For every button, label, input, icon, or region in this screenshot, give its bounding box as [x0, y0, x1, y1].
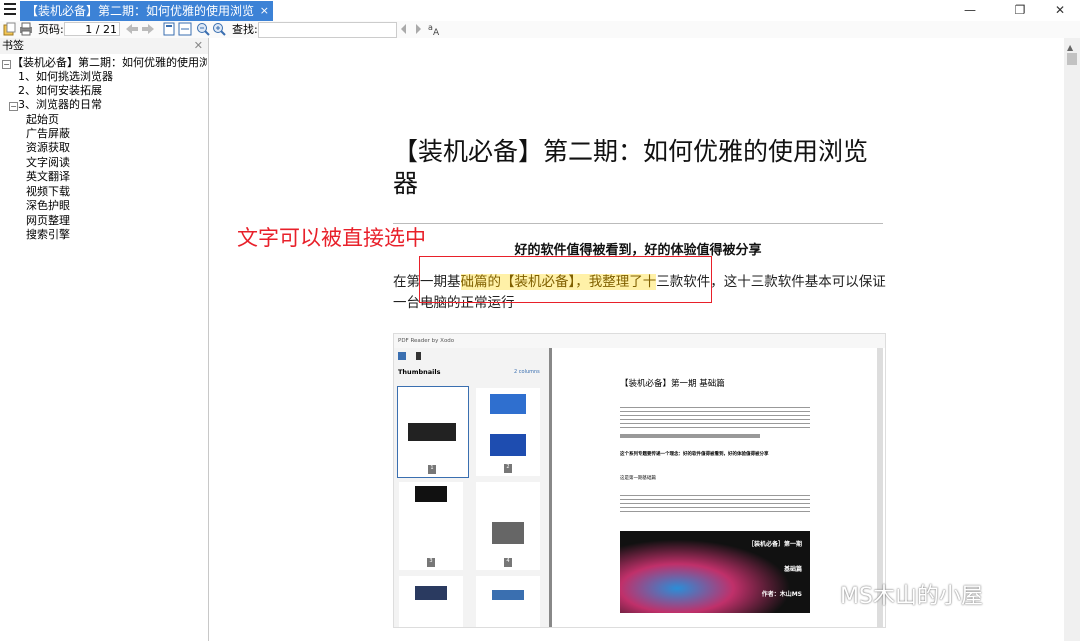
inner-banner-line2: 基础篇 [783, 566, 802, 573]
bookmark-subitem[interactable]: 网页整理 [26, 214, 70, 228]
zoom-out-icon[interactable] [196, 22, 210, 36]
bookmark-subitem[interactable]: 视频下载 [26, 185, 70, 199]
bookmark-item-3[interactable]: 3、浏览器的日常 [18, 98, 102, 112]
page-number-input[interactable]: 1 / 21 [64, 22, 120, 36]
annotation-label: 文字可以被直接选中 [237, 226, 426, 250]
find-label: 查找: [232, 23, 258, 36]
restore-button[interactable]: ❐ [1010, 2, 1030, 18]
svg-text:A: A [433, 28, 440, 36]
inner-sidebar: Thumbnails 2 columns 1 2 3 4 [394, 348, 552, 627]
inner-bold-line: 这个系列专题要传递一个理念：好的软件值得被看到，好的体验值得被分享 [620, 452, 769, 457]
fit-page-icon[interactable] [162, 22, 176, 36]
find-prev-icon[interactable] [397, 22, 411, 36]
watermark: MS木山的小屋 [840, 584, 983, 609]
bookmark-subitem[interactable]: 起始页 [26, 113, 59, 127]
embedded-screenshot: PDF Reader by Xodo Thumbnails 2 columns … [393, 333, 886, 628]
print-icon[interactable] [19, 22, 33, 36]
inner-thumb: 1 [397, 386, 469, 478]
inner-text-block [620, 404, 810, 428]
vertical-scrollbar[interactable]: ▲ [1064, 38, 1080, 641]
inner-bookmark-icon [416, 352, 421, 360]
sidebar-close-icon[interactable]: ✕ [194, 38, 203, 54]
hamburger-menu-icon[interactable] [4, 3, 16, 17]
bookmark-subitem[interactable]: 深色护眼 [26, 199, 70, 213]
inner-thumb-number: 2 [504, 464, 512, 473]
bookmark-subitem[interactable]: 广告屏蔽 [26, 127, 70, 141]
prev-page-icon[interactable] [125, 22, 139, 36]
fit-width-icon[interactable] [178, 22, 192, 36]
inner-banner-image: ［装机必备］第一期 基础篇 作者：木山MS [620, 531, 810, 613]
minimize-button[interactable]: — [960, 2, 980, 18]
inner-doc-title: 【装机必备】第一期 基础篇 [620, 379, 725, 389]
title-divider [393, 223, 883, 224]
find-next-icon[interactable] [411, 22, 425, 36]
inner-titlebar: PDF Reader by Xodo [394, 334, 885, 348]
search-input[interactable] [258, 22, 397, 38]
inner-thumb: 4 [476, 482, 540, 570]
inner-banner-line3: 作者：木山MS [761, 591, 802, 598]
scroll-up-icon[interactable]: ▲ [1067, 43, 1073, 52]
inner-thumb: 3 [399, 482, 463, 570]
toolbar: 页码: 1 / 21 查找: aA [0, 21, 1080, 39]
title-bar: 【装机必备】第二期：如何优雅的使用浏览器.pdf × — ❐ ✕ [0, 0, 1080, 38]
inner-columns: 2 columns [514, 369, 540, 375]
inner-thumb [476, 576, 540, 627]
inner-thumb: 2 [476, 388, 540, 476]
open-file-icon[interactable] [3, 22, 17, 36]
collapse-root-icon[interactable]: − [2, 60, 11, 69]
inner-text-block [620, 492, 810, 514]
inner-grid-icon [398, 352, 406, 360]
inner-banner-line1: ［装机必备］第一期 [747, 541, 802, 548]
sidebar-title: 书签 [2, 39, 24, 52]
inner-section: 这是第一期基础篇 [620, 476, 656, 481]
bookmark-item-2[interactable]: 2、如何安装拓展 [18, 84, 102, 98]
page-label: 页码: [38, 23, 64, 36]
close-window-button[interactable]: ✕ [1050, 2, 1070, 18]
inner-text-line [620, 434, 760, 438]
bookmark-subitem[interactable]: 文字阅读 [26, 156, 70, 170]
inner-app-title: PDF Reader by Xodo [398, 338, 455, 344]
sidebar-header: 书签 ✕ [0, 38, 208, 54]
tab-document[interactable]: 【装机必备】第二期：如何优雅的使用浏览器.pdf × [20, 1, 273, 38]
inner-thumb-number: 3 [427, 558, 435, 567]
collapse-item-3-icon[interactable]: − [9, 102, 18, 111]
bookmark-item-1[interactable]: 1、如何挑选浏览器 [18, 70, 113, 84]
scroll-thumb[interactable] [1067, 53, 1077, 65]
bookmark-subitem[interactable]: 搜索引擎 [26, 228, 70, 242]
match-case-icon[interactable]: aA [428, 22, 442, 36]
next-page-icon[interactable] [141, 22, 155, 36]
bookmark-root[interactable]: 【装机必备】第二期：如何优雅的使用浏览器 [12, 56, 207, 70]
bookmark-subitem[interactable]: 资源获取 [26, 141, 70, 155]
inner-thumbs-label: Thumbnails [398, 368, 441, 376]
bookmark-subitem[interactable]: 英文翻译 [26, 170, 70, 184]
zoom-in-icon[interactable] [212, 22, 226, 36]
inner-thumb-number: 1 [428, 465, 436, 474]
tab-close-icon[interactable]: × [260, 1, 269, 21]
inner-thumb-number: 4 [504, 558, 512, 567]
bookmarks-sidebar: 书签 ✕ − 【装机必备】第二期：如何优雅的使用浏览器 1、如何挑选浏览器 2、… [0, 38, 209, 641]
inner-thumb [399, 576, 463, 627]
document-title: 【装机必备】第二期：如何优雅的使用浏览器 [393, 137, 869, 198]
annotation-box [419, 256, 712, 303]
